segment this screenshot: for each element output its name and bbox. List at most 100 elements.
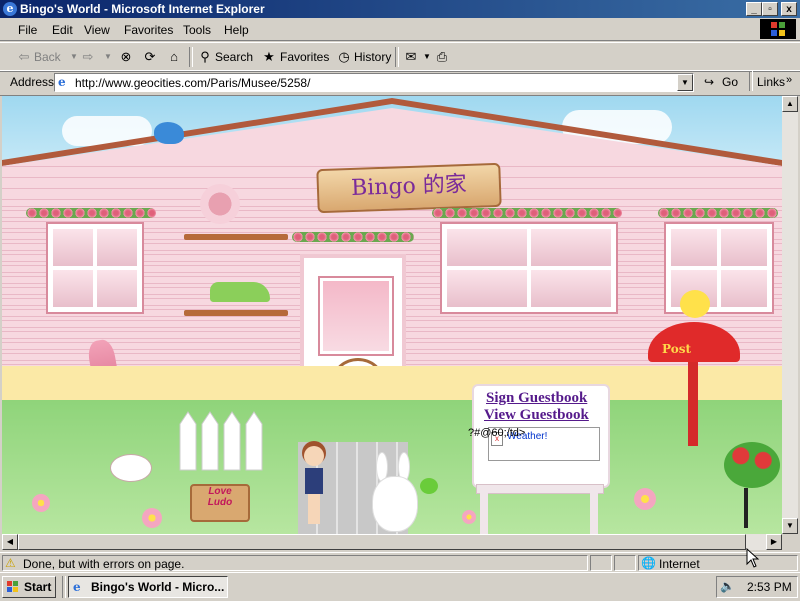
standard-toolbar: ⇦ Back ▼ ⇨ ▼ ⊗ ⟳ ⌂ ⚲ Search ★ Favorites …	[0, 42, 800, 72]
history-icon: ◷	[338, 49, 350, 64]
watering-can-icon	[210, 282, 270, 302]
system-tray: 🔈 2:53 PM	[716, 576, 798, 598]
zone-label: Internet	[659, 557, 700, 571]
love-sign-line1: Love	[208, 486, 232, 497]
history-button[interactable]: History	[354, 50, 391, 64]
guestbook-table-leg	[590, 492, 598, 534]
scroll-up-button[interactable]: ▲	[782, 96, 798, 112]
refresh-button[interactable]: ⟳	[142, 49, 158, 65]
scroll-left-button[interactable]: ◀	[2, 534, 18, 550]
flower-garland	[26, 208, 156, 218]
ie-icon: e	[3, 2, 17, 16]
ie-icon: e	[73, 580, 81, 594]
status-pane	[614, 555, 636, 571]
post-label: Post	[662, 342, 692, 356]
chick-icon	[680, 290, 710, 318]
vertical-scrollbar[interactable]: ▲ ▼	[782, 96, 798, 534]
taskbar-item-label: Bingo's World - Micro...	[91, 580, 225, 594]
love-sign-line2: Ludo	[207, 497, 233, 508]
taskbar: Start e Bingo's World - Micro... 🔈 2:53 …	[0, 572, 800, 601]
door-window	[320, 278, 392, 354]
guestbook-table-top	[476, 484, 604, 494]
volume-icon[interactable]: 🔈	[720, 579, 735, 593]
warning-icon[interactable]: ⚠	[5, 556, 16, 570]
love-sign: Love Ludo	[190, 484, 250, 522]
minimize-button[interactable]: _	[746, 2, 762, 16]
go-button[interactable]: Go	[722, 75, 738, 89]
favorites-icon: ★	[263, 49, 275, 64]
status-bar: ⚠ Done, but with errors on page. 🌐 Inter…	[0, 552, 800, 573]
address-bar: Address e http://www.geocities.com/Paris…	[0, 70, 800, 96]
back-button[interactable]: Back	[34, 50, 61, 64]
frog-icon	[420, 478, 438, 494]
door-garland	[292, 232, 414, 242]
menu-view[interactable]: View	[84, 23, 110, 37]
windows-flag-icon	[6, 580, 20, 594]
favorites-button[interactable]: Favorites	[280, 50, 329, 64]
home-button[interactable]: ⌂	[166, 49, 182, 65]
title-bar: e Bingo's World - Microsoft Internet Exp…	[0, 0, 800, 18]
address-separator	[749, 71, 753, 91]
horizontal-scroll-thumb[interactable]	[18, 534, 746, 550]
scroll-right-button[interactable]: ▶	[766, 534, 782, 550]
clock[interactable]: 2:53 PM	[747, 580, 792, 594]
go-arrow-icon: ↪	[704, 75, 715, 89]
toolbar-separator	[395, 47, 399, 67]
flower	[462, 510, 476, 524]
left-window	[48, 224, 142, 312]
forward-button[interactable]: ⇨	[80, 49, 96, 65]
flower	[32, 494, 50, 512]
taskbar-item-ie[interactable]: e Bingo's World - Micro...	[68, 576, 228, 598]
rabbit-character	[370, 452, 418, 532]
menu-bar: File Edit View Favorites Tools Help	[0, 18, 800, 41]
windows-logo-icon	[760, 19, 796, 39]
links-chevron-icon[interactable]: »	[786, 74, 792, 86]
broken-markup-text: ?#@60;/td>	[468, 427, 526, 439]
flower	[142, 508, 162, 528]
bingo-sign: Bingo 的家	[316, 162, 502, 214]
sign-guestbook-link[interactable]: Sign Guestbook	[486, 390, 587, 407]
print-icon[interactable]: ⎙	[434, 49, 450, 65]
links-button[interactable]: Links	[757, 75, 785, 89]
picket-fence	[179, 411, 263, 471]
maximize-button[interactable]: ▫	[762, 2, 778, 16]
mail-icon[interactable]: ✉	[403, 49, 419, 65]
bluebird-icon	[154, 122, 184, 144]
page-content: Bingo 的家 Enter	[2, 96, 782, 534]
lower-shelf	[184, 310, 288, 316]
scroll-corner	[782, 534, 798, 550]
window-title: Bingo's World - Microsoft Internet Explo…	[20, 2, 265, 16]
address-input[interactable]: e http://www.geocities.com/Paris/Musee/5…	[54, 73, 694, 92]
taskbar-separator	[62, 576, 66, 598]
menu-favorites[interactable]: Favorites	[124, 23, 173, 37]
close-button[interactable]: x	[781, 2, 797, 16]
page-icon: e	[58, 75, 66, 89]
status-pane	[590, 555, 612, 571]
girl-character	[300, 446, 328, 528]
menu-tools[interactable]: Tools	[183, 23, 211, 37]
horizontal-scrollbar[interactable]: ◀ ▶	[2, 534, 782, 550]
flower-basket	[724, 442, 780, 488]
scroll-down-button[interactable]: ▼	[782, 518, 798, 534]
guestbook-table-leg	[480, 492, 488, 534]
menu-edit[interactable]: Edit	[52, 23, 73, 37]
menu-file[interactable]: File	[18, 23, 37, 37]
flower-garland	[432, 208, 622, 218]
flower	[634, 488, 656, 510]
toolbar-separator	[189, 47, 193, 67]
upper-shelf	[184, 234, 288, 240]
menu-help[interactable]: Help	[224, 23, 249, 37]
stop-button[interactable]: ⊗	[118, 49, 134, 65]
forward-dropdown-icon[interactable]: ▼	[100, 49, 116, 65]
mail-dropdown-icon[interactable]: ▼	[419, 49, 435, 65]
start-button[interactable]: Start	[2, 576, 56, 598]
view-guestbook-link[interactable]: View Guestbook	[484, 407, 589, 424]
status-message: Done, but with errors on page.	[23, 557, 185, 571]
search-button[interactable]: Search	[215, 50, 253, 64]
mailbox-post	[688, 362, 698, 446]
center-window	[442, 224, 616, 312]
plant-stand	[744, 488, 748, 528]
flower-garland	[658, 208, 778, 218]
search-icon: ⚲	[200, 49, 210, 64]
address-dropdown-icon[interactable]: ▼	[677, 74, 693, 91]
